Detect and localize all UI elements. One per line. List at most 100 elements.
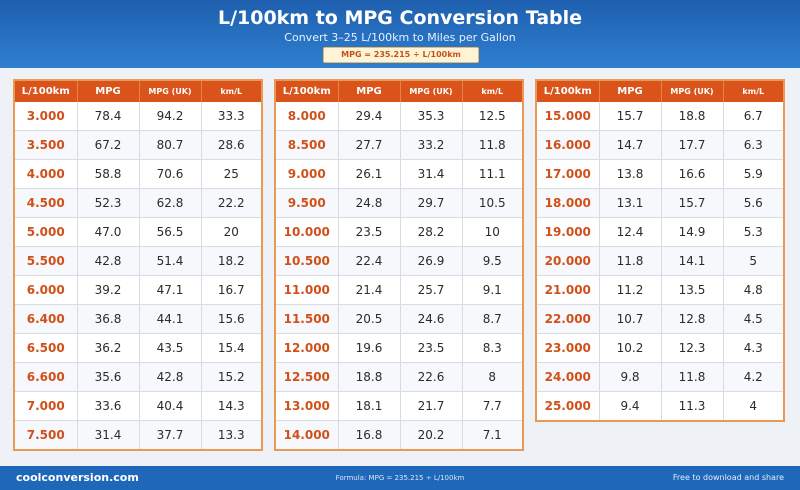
lkm-value: 6.500 [15,333,78,363]
table-row: 4.500 52.3 62.8 22.2 [15,188,261,218]
table-row: 8.000 29.4 35.3 12.5 [276,102,522,131]
lkm-value: 9.000 [276,159,339,189]
column-header-mpg-uk: MPG (UK) [661,81,724,102]
lkm-value: 7.500 [15,420,78,449]
mpg-uk-value: 47.1 [139,275,202,305]
kml-value: 5.9 [723,159,783,189]
lkm-value: 8.500 [276,130,339,160]
table-row: 5.500 42.8 51.4 18.2 [15,246,261,276]
lkm-value: 6.000 [15,275,78,305]
conversion-table: L/100km MPG MPG (UK) km/L 15.000 15.7 18.8 6.7 1… [537,81,783,420]
kml-value: 8 [462,362,522,392]
table-row: 16.000 14.7 17.7 6.3 [537,130,783,160]
conversion-panel-1: L/100km MPG MPG (UK) km/L 3.000 78.4 94.2 33.3 3… [13,79,263,451]
table-row: 14.000 16.8 20.2 7.1 [276,420,522,449]
kml-value: 5.6 [723,188,783,218]
column-header-kml: km/L [462,81,522,102]
kml-value: 11.1 [462,159,522,189]
lkm-value: 25.000 [537,391,600,420]
kml-value: 6.7 [723,102,783,131]
conversion-panel-3: L/100km MPG MPG (UK) km/L 15.000 15.7 18.8 6.7 1… [535,79,785,422]
kml-value: 15.2 [201,362,261,392]
table-row: 25.000 9.4 11.3 4 [537,391,783,420]
mpg-uk-value: 37.7 [139,420,202,449]
mpg-uk-value: 20.2 [400,420,463,449]
column-header-kml: km/L [201,81,261,102]
table-row: 12.000 19.6 23.5 8.3 [276,333,522,363]
kml-value: 8.3 [462,333,522,363]
conversion-table: L/100km MPG MPG (UK) km/L 3.000 78.4 94.2 33.3 3… [15,81,261,449]
kml-value: 11.8 [462,130,522,160]
mpg-uk-value: 43.5 [139,333,202,363]
lkm-value: 10.000 [276,217,339,247]
mpg-uk-value: 56.5 [139,217,202,247]
table-row: 15.000 15.7 18.8 6.7 [537,102,783,131]
mpg-uk-value: 80.7 [139,130,202,160]
mpg-value: 39.2 [77,275,140,305]
lkm-value: 8.000 [276,102,339,131]
column-header-mpg: MPG [599,81,662,102]
mpg-value: 58.8 [77,159,140,189]
lkm-value: 23.000 [537,333,600,363]
table-row: 6.000 39.2 47.1 16.7 [15,275,261,305]
lkm-value: 13.000 [276,391,339,421]
kml-value: 7.7 [462,391,522,421]
lkm-value: 4.500 [15,188,78,218]
kml-value: 14.3 [201,391,261,421]
kml-value: 4.2 [723,362,783,392]
mpg-uk-value: 29.7 [400,188,463,218]
lkm-value: 5.500 [15,246,78,276]
lkm-value: 15.000 [537,102,600,131]
mpg-value: 78.4 [77,102,140,131]
mpg-uk-value: 26.9 [400,246,463,276]
mpg-value: 35.6 [77,362,140,392]
mpg-uk-value: 51.4 [139,246,202,276]
mpg-uk-value: 14.1 [661,246,724,276]
mpg-value: 11.8 [599,246,662,276]
column-header-lkm: L/100km [15,81,78,102]
kml-value: 8.7 [462,304,522,334]
lkm-value: 19.000 [537,217,600,247]
mpg-value: 19.6 [338,333,401,363]
table-row: 3.500 67.2 80.7 28.6 [15,130,261,160]
kml-value: 5.3 [723,217,783,247]
mpg-value: 42.8 [77,246,140,276]
mpg-uk-value: 24.6 [400,304,463,334]
kml-value: 25 [201,159,261,189]
mpg-uk-value: 42.8 [139,362,202,392]
lkm-value: 12.500 [276,362,339,392]
table-row: 20.000 11.8 14.1 5 [537,246,783,276]
lkm-value: 12.000 [276,333,339,363]
mpg-value: 13.8 [599,159,662,189]
table-row: 11.500 20.5 24.6 8.7 [276,304,522,334]
kml-value: 13.3 [201,420,261,449]
mpg-value: 14.7 [599,130,662,160]
mpg-uk-value: 35.3 [400,102,463,131]
mpg-value: 12.4 [599,217,662,247]
kml-value: 10.5 [462,188,522,218]
mpg-value: 27.7 [338,130,401,160]
lkm-value: 6.400 [15,304,78,334]
column-header-mpg-uk: MPG (UK) [139,81,202,102]
mpg-uk-value: 23.5 [400,333,463,363]
kml-value: 7.1 [462,420,522,449]
mpg-uk-value: 62.8 [139,188,202,218]
kml-value: 12.5 [462,102,522,131]
kml-value: 22.2 [201,188,261,218]
table-row: 12.500 18.8 22.6 8 [276,362,522,392]
lkm-value: 24.000 [537,362,600,392]
table-row: 19.000 12.4 14.9 5.3 [537,217,783,247]
table-row: 9.000 26.1 31.4 11.1 [276,159,522,189]
kml-value: 15.6 [201,304,261,334]
kml-value: 33.3 [201,102,261,131]
kml-value: 9.1 [462,275,522,305]
mpg-value: 10.7 [599,304,662,334]
page-header: L/100km to MPG Conversion Table Convert … [0,0,800,68]
mpg-uk-value: 13.5 [661,275,724,305]
mpg-value: 67.2 [77,130,140,160]
page-footer: coolconversion.com Formula: MPG = 235.21… [0,466,800,490]
table-row: 6.400 36.8 44.1 15.6 [15,304,261,334]
mpg-value: 9.4 [599,391,662,420]
kml-value: 16.7 [201,275,261,305]
mpg-value: 36.2 [77,333,140,363]
